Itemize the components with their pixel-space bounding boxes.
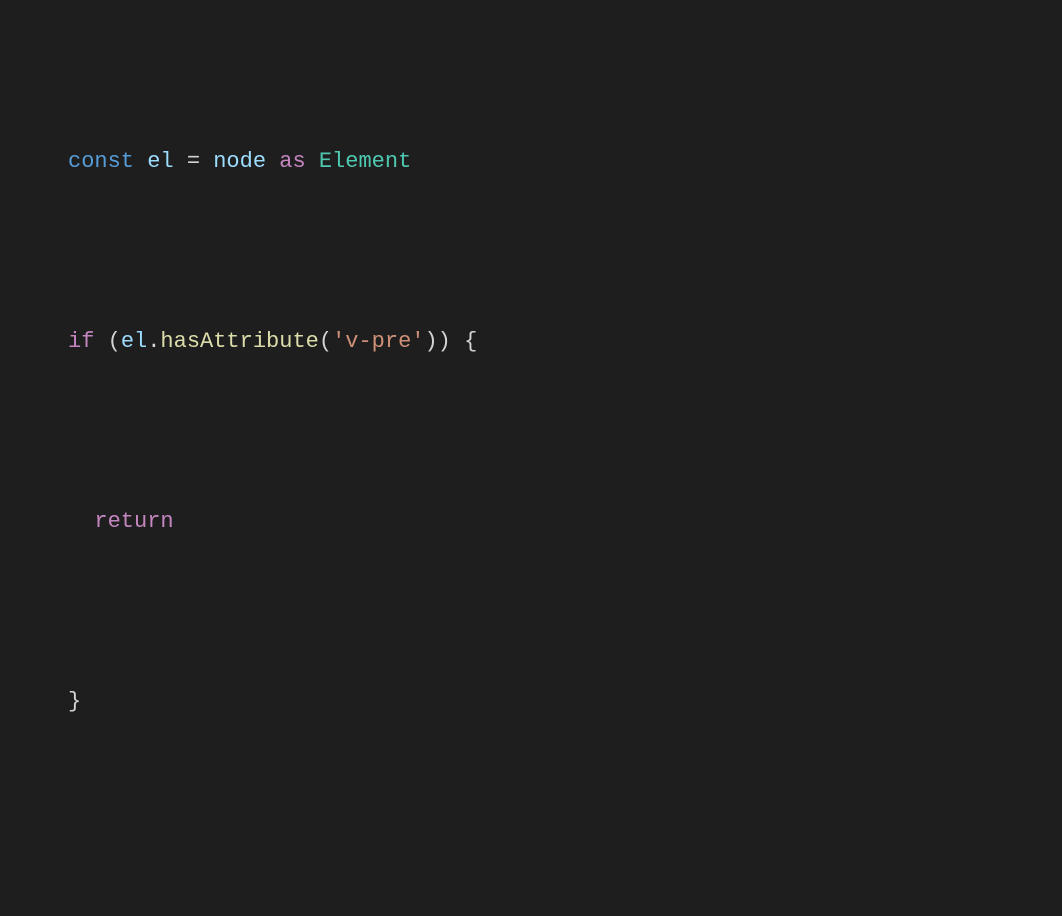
code-area[interactable]: const el = node as Element if (el.hasAtt… (24, 0, 1062, 916)
keyword-const: const (68, 149, 134, 174)
code-editor[interactable]: const el = node as Element if (el.hasAtt… (0, 0, 1062, 916)
code-line[interactable]: } (24, 684, 1062, 720)
gutter (0, 0, 24, 916)
string-vpre: 'v-pre' (332, 329, 424, 354)
keyword-if: if (68, 329, 94, 354)
var-node: node (213, 149, 266, 174)
code-line[interactable]: const el = node as Element (24, 144, 1062, 180)
keyword-return: return (94, 509, 173, 534)
code-line[interactable]: return (24, 504, 1062, 540)
code-line-blank[interactable] (24, 864, 1062, 900)
type-element: Element (319, 149, 411, 174)
keyword-as: as (279, 149, 305, 174)
fn-hasattribute: hasAttribute (160, 329, 318, 354)
var-el: el (147, 149, 173, 174)
code-line[interactable]: if (el.hasAttribute('v-pre')) { (24, 324, 1062, 360)
